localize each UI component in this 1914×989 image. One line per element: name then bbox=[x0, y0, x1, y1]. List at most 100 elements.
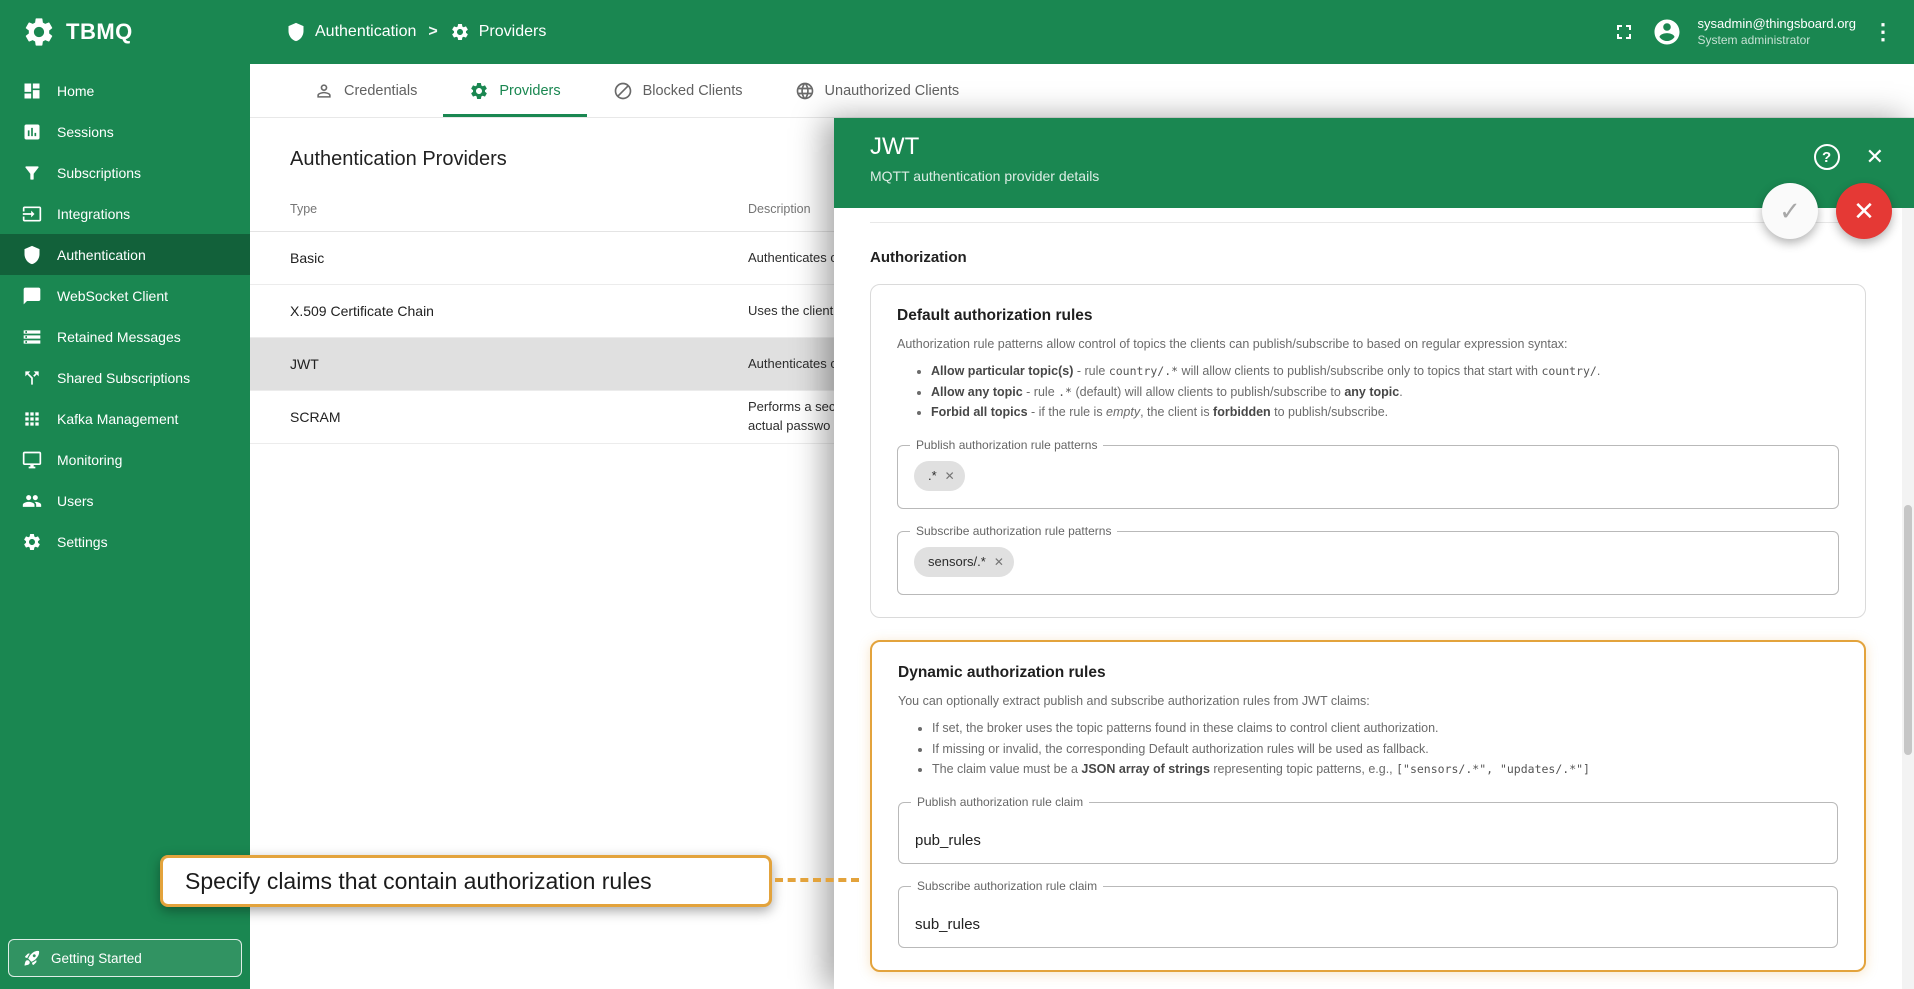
card-intro: You can optionally extract publish and s… bbox=[898, 694, 1838, 708]
filter-icon bbox=[22, 163, 42, 183]
user-role: System administrator bbox=[1698, 33, 1856, 49]
column-header-type[interactable]: Type bbox=[250, 202, 748, 216]
getting-started-button[interactable]: Getting Started bbox=[8, 939, 242, 977]
rule-chip[interactable]: sensors/.* ✕ bbox=[914, 547, 1014, 577]
tab-unauthorized-clients[interactable]: Unauthorized Clients bbox=[769, 64, 986, 117]
fullscreen-button[interactable] bbox=[1612, 20, 1636, 44]
details-drawer: JWT MQTT authentication provider details… bbox=[834, 118, 1914, 989]
help-icon: ? bbox=[1822, 149, 1831, 166]
publish-claim-field: Publish authorization rule claim bbox=[898, 802, 1838, 864]
cell-type: Basic bbox=[250, 250, 748, 266]
chart-icon bbox=[22, 122, 42, 142]
split-icon bbox=[22, 368, 42, 388]
bullet-item: Forbid all topics - if the rule is empty… bbox=[931, 402, 1839, 423]
sidebar-item-kafka-management[interactable]: Kafka Management bbox=[0, 398, 250, 439]
gear-icon bbox=[22, 532, 42, 552]
tab-credentials[interactable]: Credentials bbox=[288, 64, 443, 117]
logo-text: TBMQ bbox=[66, 19, 133, 45]
more-vert-icon: ⋮ bbox=[1872, 19, 1894, 45]
help-button[interactable]: ? bbox=[1814, 144, 1840, 170]
close-button[interactable]: ✕ bbox=[1866, 144, 1884, 170]
drawer-body: Authorization Default authorization rule… bbox=[834, 208, 1902, 989]
sidebar-item-monitoring[interactable]: Monitoring bbox=[0, 439, 250, 480]
publish-patterns-field[interactable]: Publish authorization rule patterns .*✕ bbox=[897, 445, 1839, 509]
chip-list: .* ✕ bbox=[898, 446, 1838, 506]
card-title: Dynamic authorization rules bbox=[898, 664, 1838, 682]
sidebar-item-integrations[interactable]: Integrations bbox=[0, 193, 250, 234]
subscribe-claim-input[interactable] bbox=[899, 887, 1837, 947]
breadcrumb-item-authentication[interactable]: Authentication bbox=[286, 22, 416, 42]
globe-icon bbox=[795, 81, 815, 101]
breadcrumb-item-providers[interactable]: Providers bbox=[450, 22, 547, 42]
rule-chip-label: .* bbox=[928, 468, 937, 483]
sidebar: Home Sessions Subscriptions Integrations… bbox=[0, 64, 250, 989]
bullet-item: If missing or invalid, the corresponding… bbox=[932, 739, 1838, 760]
top-bar-actions: sysadmin@thingsboard.org System administ… bbox=[1612, 16, 1914, 48]
default-rules-card: Default authorization rules Authorizatio… bbox=[870, 284, 1866, 618]
tab-providers[interactable]: Providers bbox=[443, 64, 586, 117]
sidebar-item-sessions[interactable]: Sessions bbox=[0, 111, 250, 152]
logo-gear-icon bbox=[22, 15, 56, 49]
cancel-fab[interactable]: ✕ bbox=[1836, 183, 1892, 239]
sidebar-item-retained-messages[interactable]: Retained Messages bbox=[0, 316, 250, 357]
rules-bullet-list: If set, the broker uses the topic patter… bbox=[898, 718, 1838, 780]
card-title: Default authorization rules bbox=[897, 307, 1839, 325]
bullet-item: The claim value must be a JSON array of … bbox=[932, 759, 1838, 780]
user-email: sysadmin@thingsboard.org bbox=[1698, 16, 1856, 33]
apps-icon bbox=[22, 409, 42, 429]
sidebar-item-users[interactable]: Users bbox=[0, 480, 250, 521]
tbmq-logo[interactable]: TBMQ bbox=[0, 15, 250, 49]
sidebar-item-settings[interactable]: Settings bbox=[0, 521, 250, 562]
hint-callout-text: Specify claims that contain authorizatio… bbox=[185, 868, 652, 895]
chat-icon bbox=[22, 286, 42, 306]
save-fab[interactable]: ✓ bbox=[1762, 183, 1818, 239]
drawer-title: JWT bbox=[870, 133, 1914, 161]
chip-remove-icon[interactable]: ✕ bbox=[994, 555, 1004, 569]
storage-icon bbox=[22, 327, 42, 347]
gear-icon bbox=[469, 81, 489, 101]
chip-remove-icon[interactable]: ✕ bbox=[945, 469, 955, 483]
sidebar-item-subscriptions[interactable]: Subscriptions bbox=[0, 152, 250, 193]
shield-icon bbox=[22, 245, 42, 265]
sidebar-item-websocket-client[interactable]: WebSocket Client bbox=[0, 275, 250, 316]
account-circle-icon bbox=[1652, 17, 1682, 47]
field-label: Publish authorization rule patterns bbox=[910, 438, 1103, 452]
section-title-authorization: Authorization bbox=[870, 249, 1866, 266]
close-icon: ✕ bbox=[1853, 196, 1875, 227]
rule-chip[interactable]: .* ✕ bbox=[914, 461, 965, 491]
rocket-icon bbox=[23, 949, 41, 967]
tab-bar: Credentials Providers Blocked Clients Un… bbox=[250, 64, 1914, 118]
callout-connector bbox=[775, 878, 859, 882]
cell-type: X.509 Certificate Chain bbox=[250, 303, 748, 319]
sidebar-item-authentication[interactable]: Authentication bbox=[0, 234, 250, 275]
sidebar-item-home[interactable]: Home bbox=[0, 70, 250, 111]
bullet-item: Allow any topic - rule .* (default) will… bbox=[931, 382, 1839, 403]
top-bar: TBMQ Authentication > Providers bbox=[0, 0, 1914, 64]
field-label: Subscribe authorization rule patterns bbox=[910, 524, 1117, 538]
breadcrumb-label: Authentication bbox=[315, 23, 416, 41]
card-intro: Authorization rule patterns allow contro… bbox=[897, 337, 1839, 351]
input-icon bbox=[22, 204, 42, 224]
shield-icon bbox=[286, 22, 306, 42]
person-badge-icon bbox=[314, 81, 334, 101]
breadcrumb-label: Providers bbox=[479, 23, 547, 41]
cell-type: SCRAM bbox=[250, 409, 748, 425]
avatar[interactable] bbox=[1652, 17, 1682, 47]
people-icon bbox=[22, 491, 42, 511]
drawer-scrollbar[interactable] bbox=[1902, 208, 1914, 989]
rule-chip-label: sensors/.* bbox=[928, 554, 986, 569]
block-icon bbox=[613, 81, 633, 101]
hint-callout: Specify claims that contain authorizatio… bbox=[160, 855, 772, 907]
bullet-item: If set, the broker uses the topic patter… bbox=[932, 718, 1838, 739]
subscribe-patterns-field[interactable]: Subscribe authorization rule patterns se… bbox=[897, 531, 1839, 595]
more-button[interactable]: ⋮ bbox=[1872, 19, 1894, 45]
drawer-header: JWT MQTT authentication provider details… bbox=[834, 118, 1914, 208]
sidebar-item-shared-subscriptions[interactable]: Shared Subscriptions bbox=[0, 357, 250, 398]
publish-claim-input[interactable] bbox=[899, 803, 1837, 863]
rules-bullet-list: Allow particular topic(s) - rule country… bbox=[897, 361, 1839, 423]
scrollbar-thumb[interactable] bbox=[1904, 505, 1912, 755]
user-meta: sysadmin@thingsboard.org System administ… bbox=[1698, 16, 1856, 48]
tab-blocked-clients[interactable]: Blocked Clients bbox=[587, 64, 769, 117]
check-icon: ✓ bbox=[1779, 196, 1801, 227]
home-icon bbox=[22, 81, 42, 101]
